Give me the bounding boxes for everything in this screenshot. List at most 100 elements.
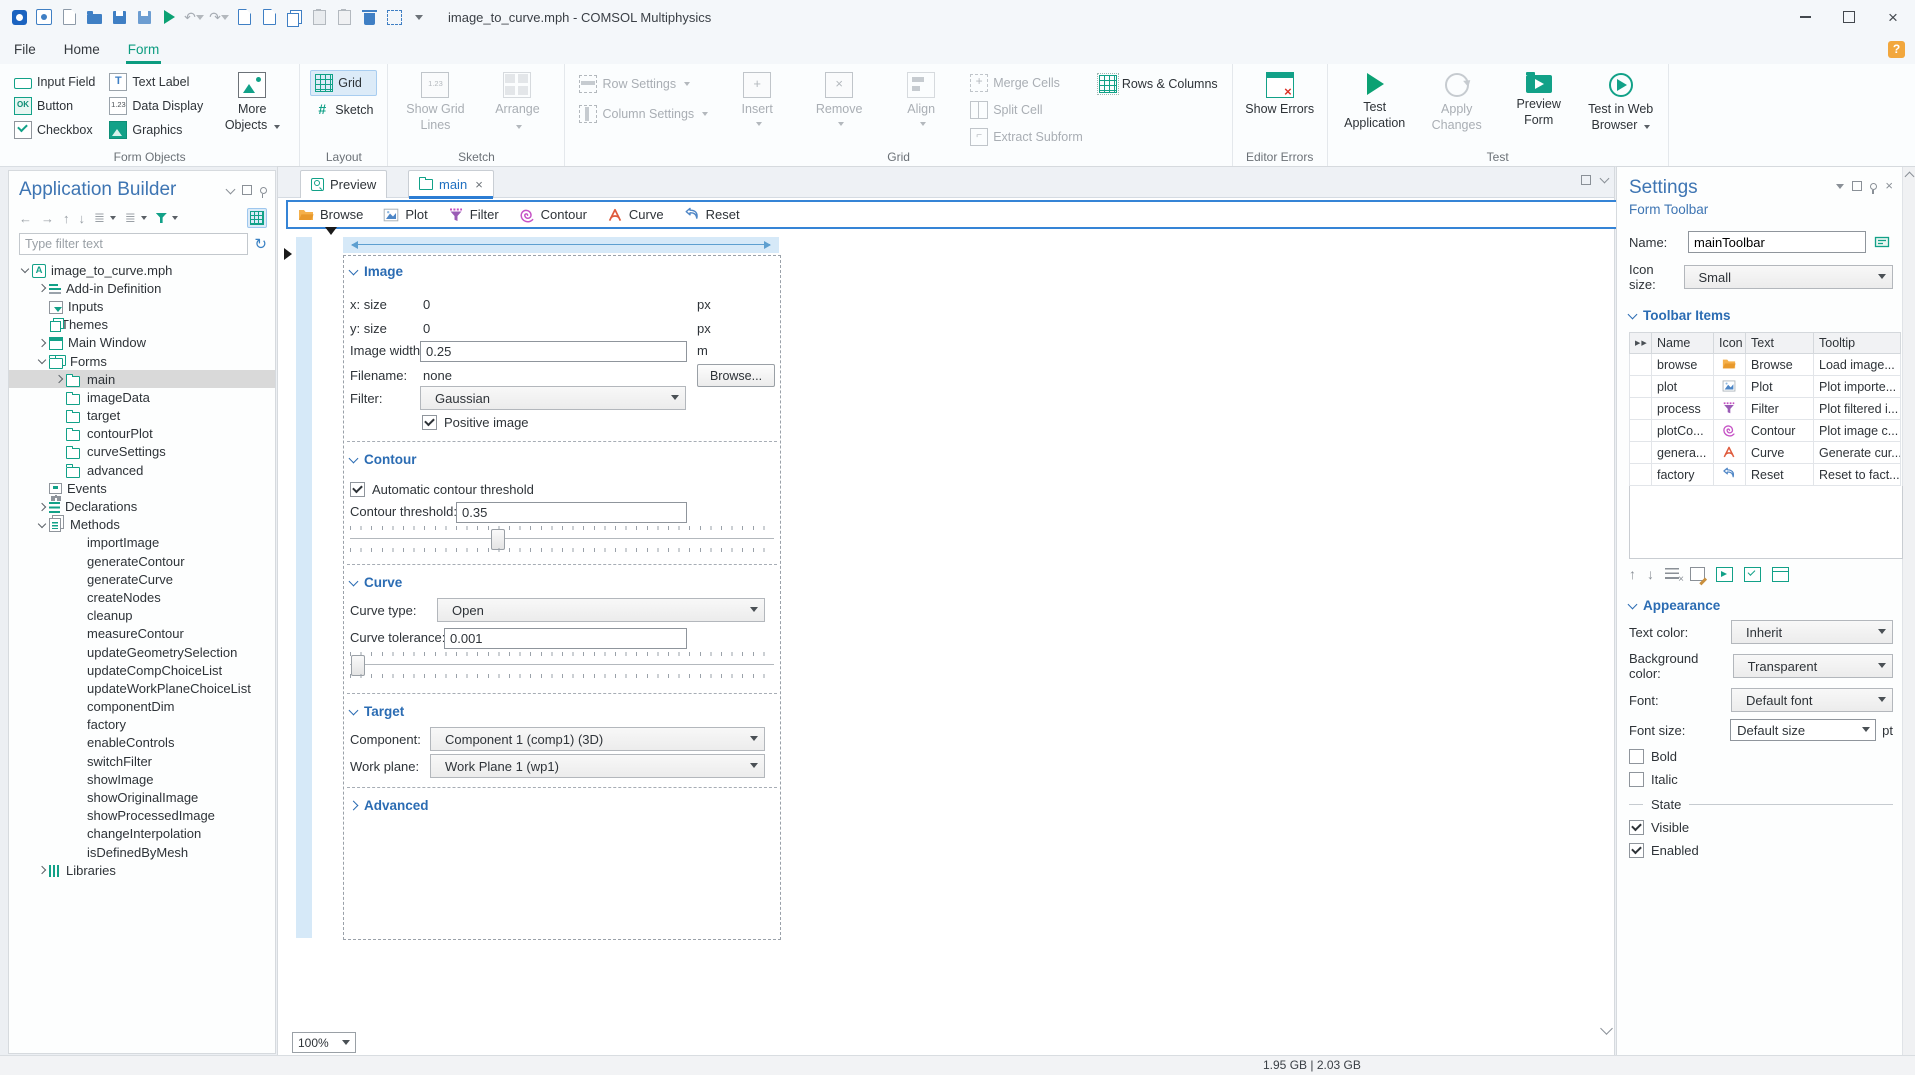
data-display-button[interactable]: 1.23 Data Display (105, 94, 207, 118)
delete-icon[interactable] (360, 8, 378, 26)
toolbar-item-row-Browse[interactable]: browse Browse Load image... (1629, 353, 1901, 376)
component-dropdown[interactable]: Component 1 (comp1) (3D) (430, 727, 765, 751)
scroll-down-icon[interactable] (1600, 1022, 1613, 1035)
tree-item-generateContour[interactable]: generateContour (9, 552, 275, 570)
form-section-advanced[interactable]: Advanced (348, 798, 429, 813)
tree-item-image_to_curve.mph[interactable]: image_to_curve.mph (9, 261, 275, 279)
show-grid-toggle-icon[interactable] (247, 208, 267, 228)
tree-item-showOriginalImage[interactable]: showOriginalImage (9, 788, 275, 806)
new-file-icon[interactable] (60, 8, 78, 26)
tab-home[interactable]: Home (50, 34, 114, 64)
canvas-vertical-scrollbar[interactable] (1600, 199, 1613, 1035)
icon-size-dropdown[interactable]: Small (1683, 265, 1893, 289)
automatic-contour-threshold-checkbox[interactable]: Automatic contour threshold (350, 481, 534, 497)
item-text-cell[interactable]: Contour (1745, 419, 1814, 442)
form-section-curve[interactable]: Curve (348, 575, 402, 590)
tree-expander-icon[interactable] (34, 338, 49, 348)
item-tooltip-cell[interactable]: Plot image c... (1813, 419, 1901, 442)
show-errors-button[interactable]: Show Errors (1243, 70, 1317, 148)
form-section-target[interactable]: Target (348, 704, 404, 719)
item-tooltip-cell[interactable]: Load image... (1813, 353, 1901, 376)
sketch-mode-button[interactable]: # Sketch (310, 98, 377, 122)
row-handle-cell[interactable] (1629, 353, 1652, 376)
move-item-up-icon[interactable]: ↑ (1629, 566, 1636, 582)
item-tooltip-cell[interactable]: Plot importe... (1813, 375, 1901, 398)
tree-item-Forms[interactable]: Forms (9, 352, 275, 370)
background-color-dropdown[interactable]: Transparent (1732, 654, 1893, 678)
tree-item-Inputs[interactable]: Inputs (9, 297, 275, 315)
move-up-icon[interactable]: ↑ (63, 211, 70, 226)
remove-button[interactable]: × Remove (802, 70, 876, 148)
item-icon-cell[interactable] (1713, 375, 1746, 398)
input-field-button[interactable]: Input Field (10, 70, 99, 94)
tree-expander-icon[interactable] (51, 374, 66, 384)
row-handle-cell[interactable] (1629, 463, 1652, 486)
tab-preview[interactable]: Preview (300, 170, 388, 198)
customize-toolbar-chevron-icon[interactable] (410, 8, 428, 26)
toolbar-item-row-Plot[interactable]: plot Plot Plot importe... (1629, 375, 1901, 398)
save-icon[interactable] (110, 8, 128, 26)
tree-item-Main Window[interactable]: Main Window (9, 334, 275, 352)
add-separator-icon[interactable] (1772, 566, 1789, 582)
tree-expander-icon[interactable] (34, 355, 49, 365)
tree-expander-icon[interactable] (34, 502, 49, 511)
panel-float-icon[interactable] (1852, 181, 1863, 191)
toolbar-item-row-Filter[interactable]: process Filter Plot filtered i... (1629, 397, 1901, 420)
column-settings-button[interactable]: Column Settings (575, 102, 712, 126)
enabled-checkbox[interactable]: Enabled (1629, 843, 1893, 858)
slider-thumb[interactable] (491, 529, 506, 550)
panel-close-icon[interactable]: × (1885, 179, 1893, 192)
slider-thumb[interactable] (351, 655, 366, 676)
appearance-section-header[interactable]: Appearance (1627, 598, 1893, 613)
positive-image-checkbox[interactable]: Positive image (422, 414, 529, 430)
font-size-combo[interactable]: Default size (1730, 719, 1877, 741)
redo-icon[interactable]: ↷ (209, 8, 229, 26)
contour-threshold-input[interactable]: 0.35 (456, 502, 687, 523)
tree-item-cleanup[interactable]: cleanup (9, 607, 275, 625)
panel-menu-chevron-icon[interactable] (225, 184, 236, 194)
rows-and-columns-button[interactable]: Rows & Columns (1095, 72, 1222, 96)
more-objects-button[interactable]: More Objects (215, 70, 289, 148)
tab-form[interactable]: Form (114, 34, 174, 64)
panel-float-icon[interactable] (242, 185, 252, 195)
form-toolbar-curve-button[interactable]: Curve (607, 207, 664, 223)
text-color-dropdown[interactable]: Inherit (1731, 620, 1893, 644)
form-design-canvas[interactable]: Image x: size 0 px y: size 0 px Image wi… (343, 255, 781, 940)
item-name-cell[interactable]: plot (1651, 375, 1714, 398)
tree-item-updateWorkPlaneChoiceList[interactable]: updateWorkPlaneChoiceList (9, 679, 275, 697)
tree-item-Themes[interactable]: Themes (9, 316, 275, 334)
checkbox-object-button[interactable]: Checkbox (10, 118, 99, 142)
item-tooltip-cell[interactable]: Reset to fact... (1813, 463, 1901, 486)
add-item-icon[interactable] (1716, 566, 1733, 582)
toolbar-items-section-header[interactable]: Toolbar Items (1627, 308, 1893, 323)
grid-mode-button[interactable]: Grid (310, 70, 378, 96)
tree-item-updateCompChoiceList[interactable]: updateCompChoiceList (9, 661, 275, 679)
item-text-cell[interactable]: Browse (1745, 353, 1814, 376)
toolbar-item-row-Reset[interactable]: factory Reset Reset to fact... (1629, 463, 1901, 486)
tree-item-createNodes[interactable]: createNodes (9, 588, 275, 606)
nav-forward-icon[interactable]: → (41, 211, 54, 226)
item-text-cell[interactable]: Curve (1745, 441, 1814, 464)
tree-item-showProcessedImage[interactable]: showProcessedImage (9, 807, 275, 825)
select-region-icon[interactable] (385, 8, 403, 26)
row-marker[interactable] (284, 248, 292, 260)
settings-scrollbar[interactable] (1902, 167, 1915, 1057)
zoom-extents-icon[interactable] (235, 8, 253, 26)
tree-filter-input[interactable] (19, 233, 249, 255)
panel-menu-chevron-icon[interactable] (1836, 183, 1845, 189)
row-handle-cell[interactable] (1629, 375, 1652, 398)
form-section-contour[interactable]: Contour (348, 452, 416, 467)
collapse-all-icon[interactable]: ≣ (94, 210, 116, 226)
tree-item-curveSettings[interactable]: curveSettings (9, 443, 275, 461)
tab-file[interactable]: File (0, 34, 50, 64)
tree-item-generateCurve[interactable]: generateCurve (9, 570, 275, 588)
save-as-icon[interactable] (135, 8, 153, 26)
application-icon[interactable] (35, 8, 53, 26)
text-label-button[interactable]: T Text Label (105, 70, 207, 94)
item-name-cell[interactable]: genera... (1651, 441, 1714, 464)
tree-item-componentDim[interactable]: componentDim (9, 698, 275, 716)
form-toolbar-contour-button[interactable]: Contour (519, 207, 587, 223)
item-tooltip-cell[interactable]: Plot filtered i... (1813, 397, 1901, 420)
column-marker[interactable] (325, 227, 337, 235)
tree-item-showImage[interactable]: showImage (9, 770, 275, 788)
